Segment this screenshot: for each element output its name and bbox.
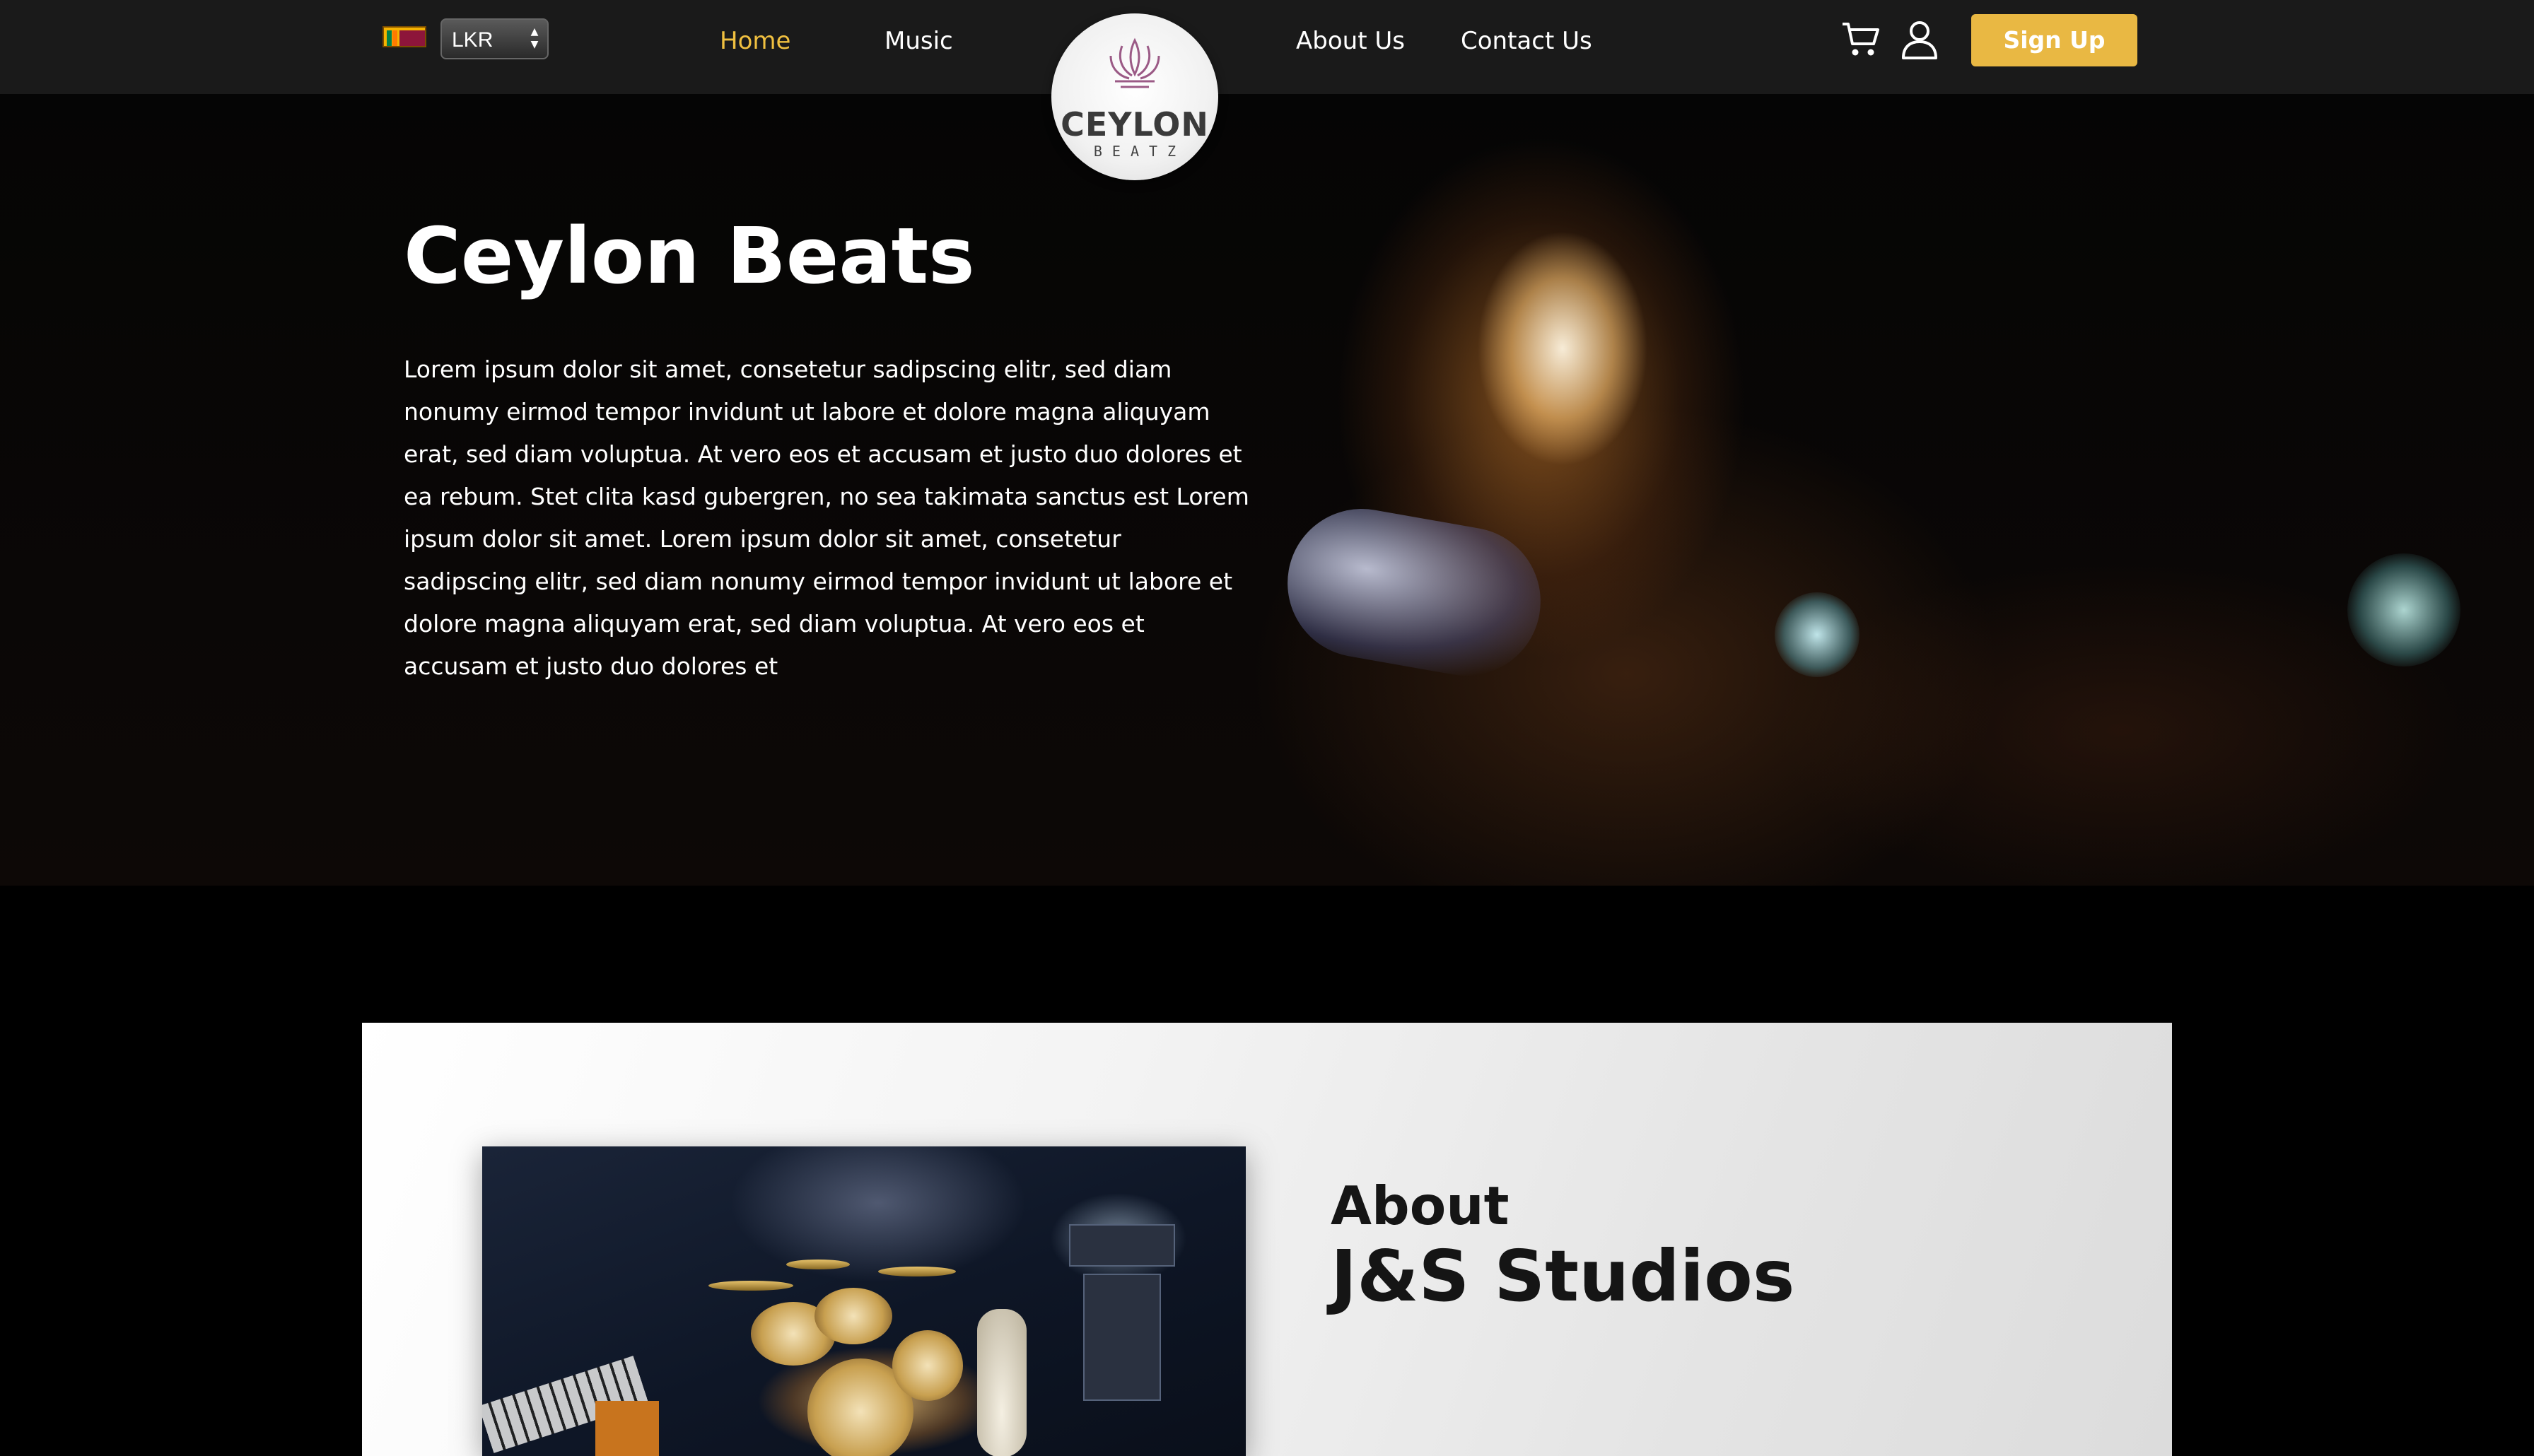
hero-background-light bbox=[1275, 497, 1553, 688]
lotus-icon bbox=[1109, 37, 1160, 88]
select-arrows-icon: ▲ ▼ bbox=[530, 26, 539, 50]
hero-bokeh-light bbox=[1775, 592, 1859, 677]
hero-title: Ceylon Beats bbox=[404, 211, 975, 301]
about-section: About J&S Studios bbox=[362, 1023, 2172, 1456]
currency-value: LKR bbox=[452, 28, 494, 52]
sri-lanka-flag-icon bbox=[383, 26, 426, 47]
nav-home-link[interactable]: Home bbox=[720, 27, 790, 55]
sign-up-button[interactable]: Sign Up bbox=[1971, 14, 2137, 66]
user-icon[interactable] bbox=[1900, 20, 1939, 59]
studio-name-heading: J&S Studios bbox=[1331, 1235, 1795, 1317]
top-navbar: LKR ▲ ▼ Home Music About Us Contact Us Si… bbox=[0, 0, 2534, 94]
nav-contact-link[interactable]: Contact Us bbox=[1461, 27, 1592, 55]
ceylon-beatz-logo[interactable]: CEYLON BEATZ bbox=[1051, 13, 1218, 180]
about-heading: About bbox=[1331, 1175, 1510, 1237]
hero-section: Ceylon Beats Lorem ipsum dolor sit amet,… bbox=[0, 94, 2534, 886]
hero-bokeh-light bbox=[2347, 553, 2460, 667]
nav-music-link[interactable]: Music bbox=[884, 27, 953, 55]
currency-select[interactable]: LKR ▲ ▼ bbox=[440, 18, 549, 59]
studio-photo bbox=[482, 1146, 1246, 1456]
cart-icon[interactable] bbox=[1841, 21, 1881, 58]
logo-sub-text: BEATZ bbox=[1093, 143, 1186, 160]
hero-description: Lorem ipsum dolor sit amet, consetetur s… bbox=[404, 356, 1249, 680]
logo-brand-text: CEYLON bbox=[1061, 105, 1209, 143]
nav-about-link[interactable]: About Us bbox=[1296, 27, 1405, 55]
